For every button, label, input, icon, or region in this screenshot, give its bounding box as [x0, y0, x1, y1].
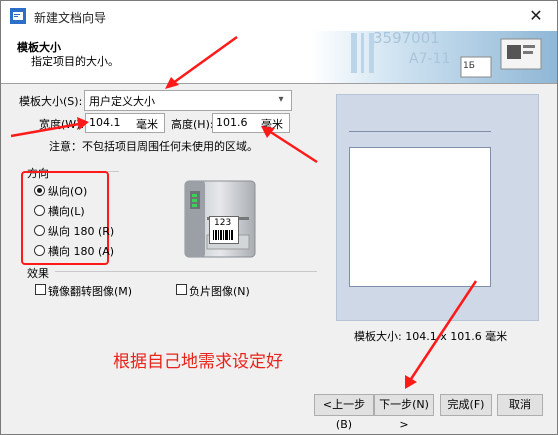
- next-button[interactable]: 下一步(N) >: [374, 394, 434, 431]
- annotation-arrows: [10, 35, 478, 389]
- back-button[interactable]: <上一步(B): [314, 394, 374, 431]
- cancel-button[interactable]: 取消: [497, 394, 543, 416]
- finish-button[interactable]: 完成(F): [440, 394, 492, 416]
- new-document-wizard-dialog: 新建文档向导 ✕ 模板大小 指定项目的大小。 3597001 A7-11 1Б …: [0, 0, 558, 435]
